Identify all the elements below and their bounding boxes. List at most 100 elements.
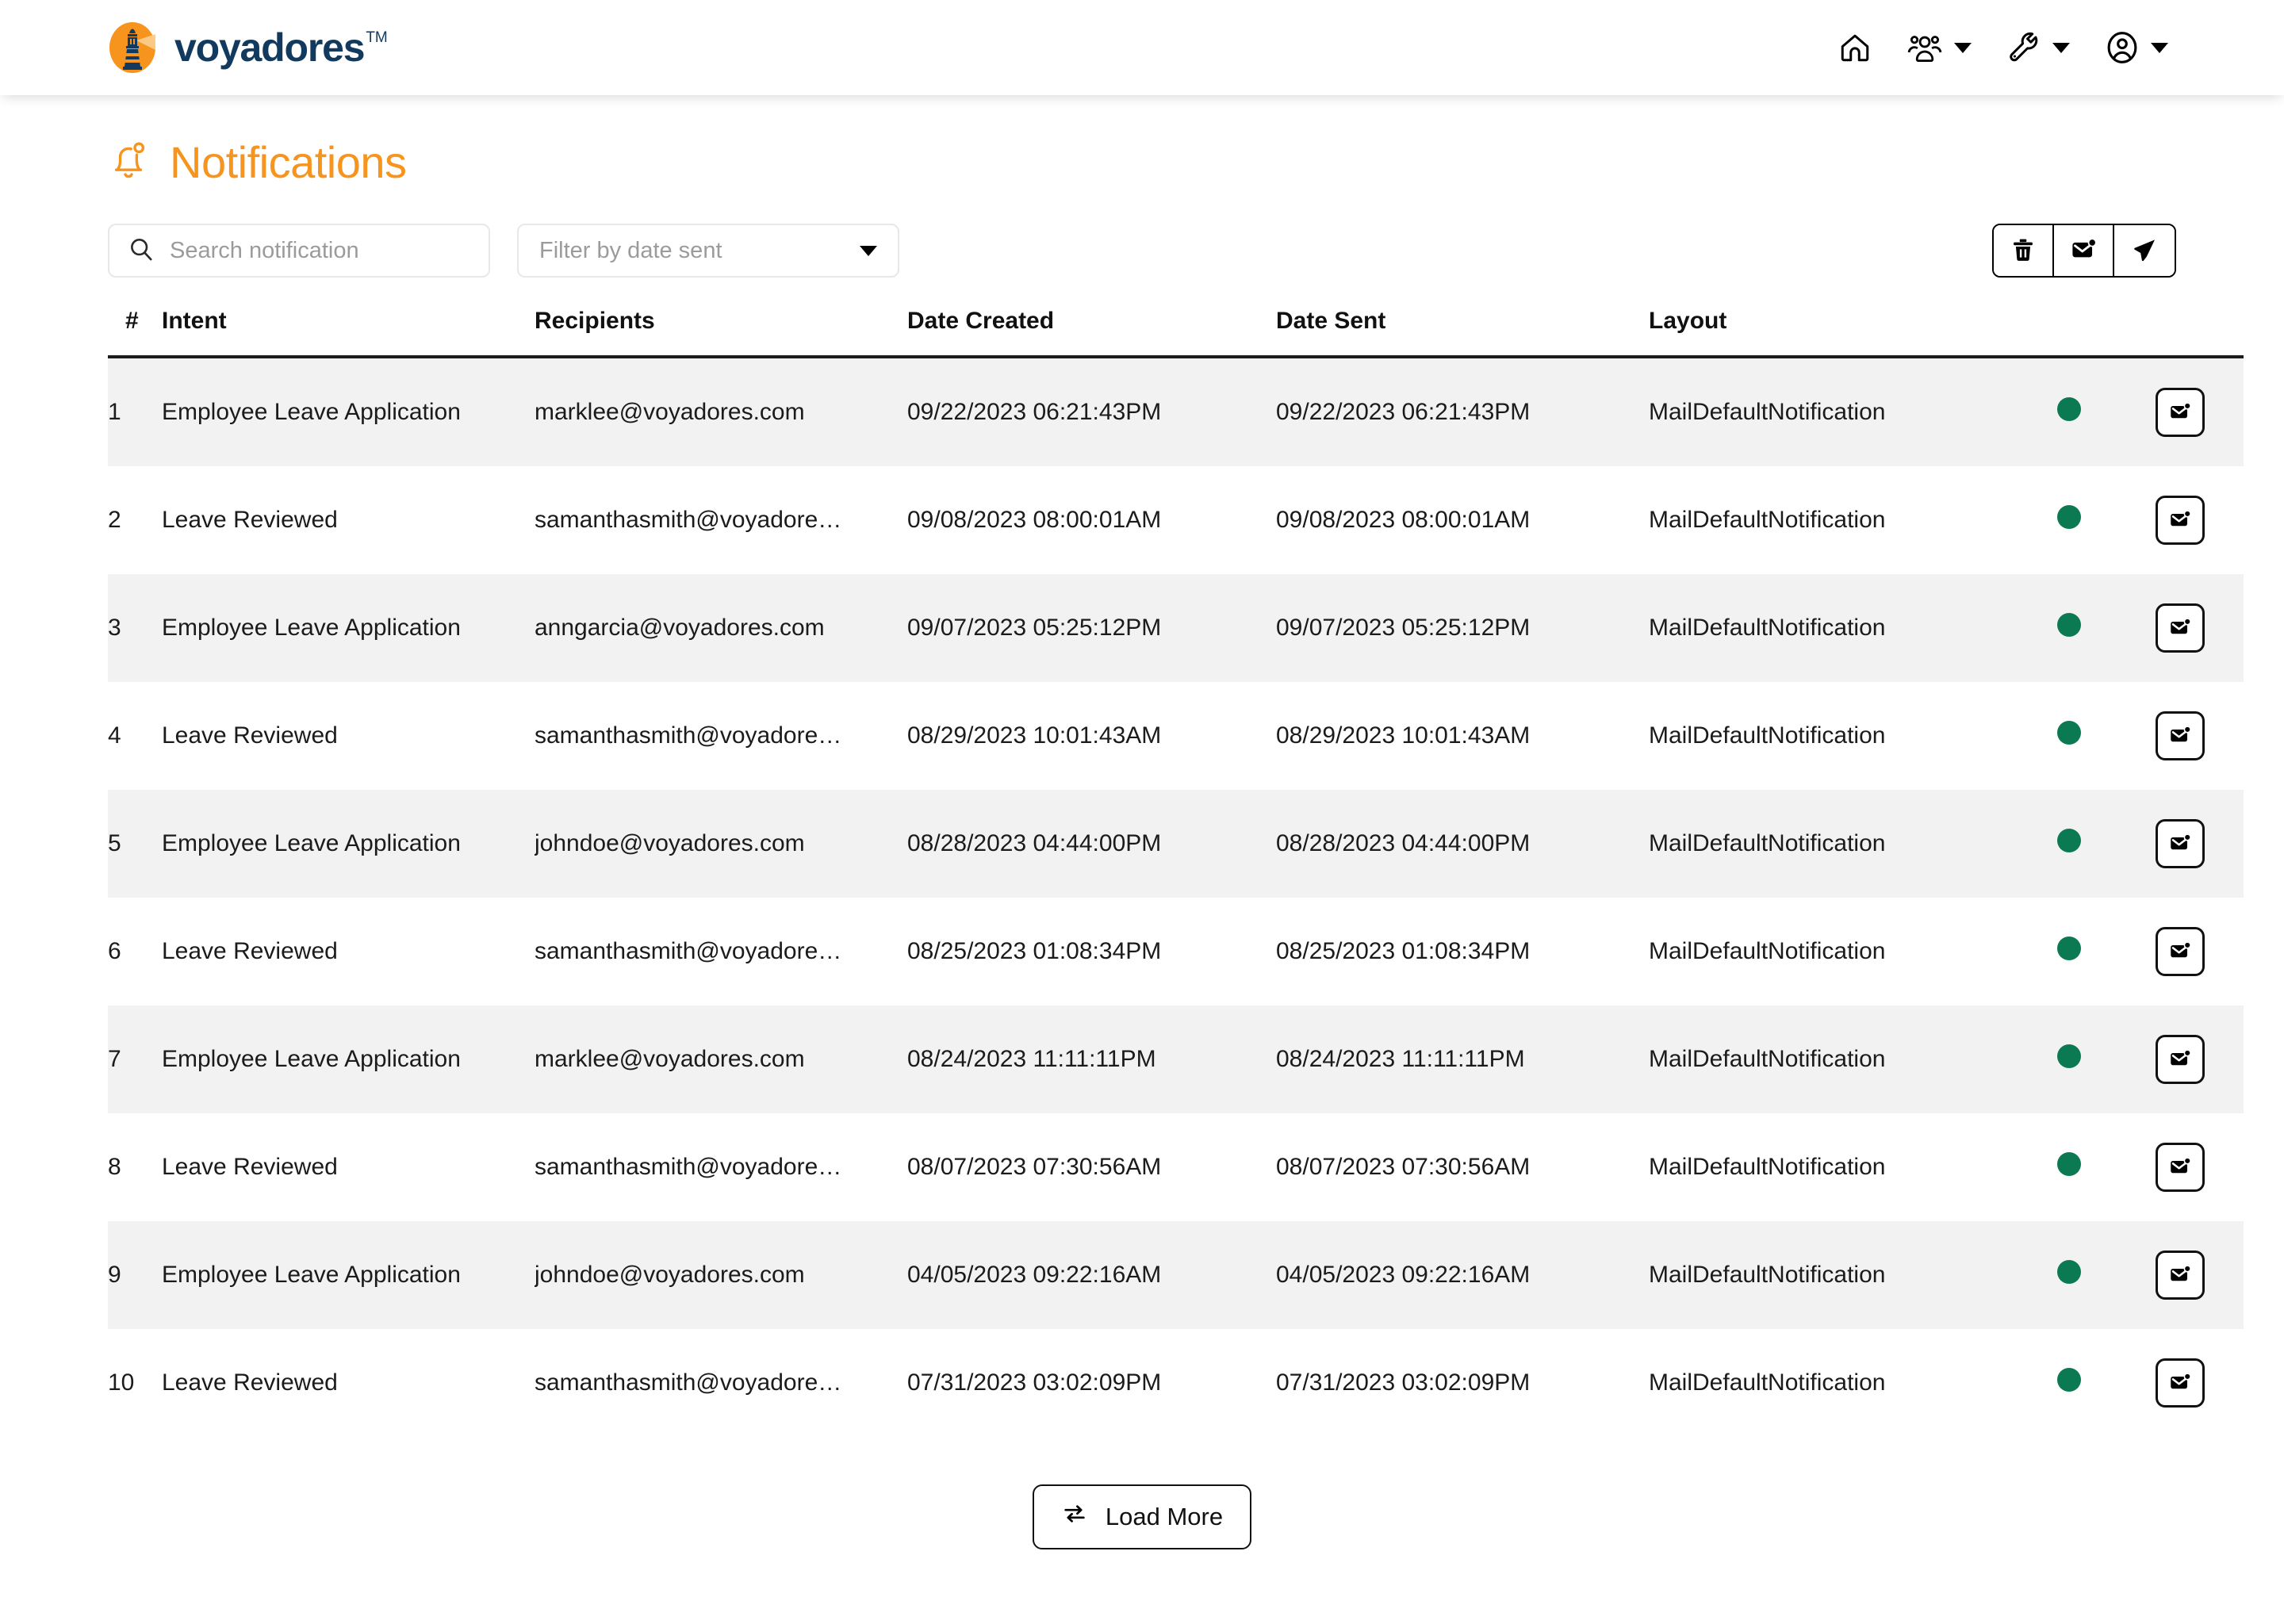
cell-intent: Leave Reviewed [162,507,338,533]
nav-item-people[interactable] [1889,31,1989,64]
table-row[interactable]: 7 Employee Leave Application marklee@voyad… [108,1005,2244,1113]
envelope-dot-icon [2070,236,2097,266]
status-badge [2057,1260,2081,1284]
cell-intent: Leave Reviewed [162,1369,338,1396]
cell-date-created: 08/07/2023 07:30:56AM [907,1154,1162,1180]
status-badge [2057,505,2081,529]
cell-recipients: samanthasmith@voyadore… [535,1154,842,1180]
row-mark-unread-button[interactable] [2156,819,2205,868]
search-icon [128,236,154,266]
cell-date-created: 09/07/2023 05:25:12PM [907,615,1162,641]
brand-trademark: TM [366,29,388,46]
cell-layout: MailDefaultNotification [1649,938,1886,964]
brand-name: voyadores [174,25,366,70]
cell-actions [2117,574,2244,682]
search-input[interactable] [168,236,469,265]
table-row[interactable]: 5 Employee Leave Application johndoe@voyad… [108,790,2244,898]
table-row[interactable]: 10 Leave Reviewed samanthasmith@voyadore… 0… [108,1329,2244,1437]
cell-status [2021,1113,2117,1221]
cell-layout: MailDefaultNotification [1649,1369,1886,1396]
row-mark-unread-button[interactable] [2156,1143,2205,1192]
row-mark-unread-button[interactable] [2156,603,2205,653]
table-row[interactable]: 9 Employee Leave Application johndoe@voyad… [108,1221,2244,1329]
column-header-actions [2117,308,2244,358]
nav-item-tools[interactable] [1989,31,2087,64]
top-navigation-bar: voyadores TM [0,0,2284,95]
table-row[interactable]: 2 Leave Reviewed samanthasmith@voyadore… 09… [108,466,2244,574]
table-body: 1 Employee Leave Application marklee@voyad… [108,357,2244,1437]
nav-item-home[interactable] [1821,31,1889,64]
cell-date-created: 08/25/2023 01:08:34PM [907,938,1162,964]
cell-recipients: johndoe@voyadores.com [535,830,805,856]
cell-actions [2117,1221,2244,1329]
column-header-status [2021,308,2117,358]
cell-layout: MailDefaultNotification [1649,1046,1886,1072]
table-row[interactable]: 1 Employee Leave Application marklee@voyad… [108,357,2244,466]
envelope-dot-icon [2168,1370,2192,1396]
delete-button[interactable] [1994,225,2054,276]
cell-date-sent: 08/24/2023 11:11:11PM [1276,1046,1525,1072]
envelope-dot-icon [2168,400,2192,426]
bell-icon [108,139,149,186]
cell-recipients: marklee@voyadores.com [535,1046,805,1072]
cell-number: 5 [108,830,121,856]
cell-layout: MailDefaultNotification [1649,830,1886,856]
nav-item-account[interactable] [2087,30,2186,65]
envelope-dot-icon [2168,831,2192,857]
column-header-intent[interactable]: Intent [162,308,535,358]
chevron-down-icon[interactable] [2151,42,2168,53]
date-sent-filter-dropdown[interactable]: Filter by date sent [517,224,899,278]
column-header-date-created[interactable]: Date Created [907,308,1276,358]
table-row[interactable]: 6 Leave Reviewed samanthasmith@voyadore… 08… [108,898,2244,1005]
brand-logo[interactable]: voyadores TM [108,21,388,75]
envelope-dot-icon [2168,615,2192,642]
row-mark-unread-button[interactable] [2156,927,2205,976]
column-header-recipients[interactable]: Recipients [535,308,907,358]
cell-intent: Employee Leave Application [162,399,461,425]
table-header: # Intent Recipients Date Created Date Se… [108,308,2244,358]
table-row[interactable]: 4 Leave Reviewed samanthasmith@voyadore… 08… [108,682,2244,790]
row-mark-unread-button[interactable] [2156,496,2205,545]
cell-actions [2117,1113,2244,1221]
envelope-dot-icon [2168,508,2192,534]
column-header-number[interactable]: # [108,308,162,358]
row-mark-unread-button[interactable] [2156,1358,2205,1408]
cell-recipients: samanthasmith@voyadore… [535,507,842,533]
cell-date-created: 08/28/2023 04:44:00PM [907,830,1162,856]
cell-recipients: samanthasmith@voyadore… [535,722,842,749]
table-header-row: # Intent Recipients Date Created Date Se… [108,308,2244,358]
cell-date-sent: 07/31/2023 03:02:09PM [1276,1369,1531,1396]
toolbar: Filter by date sent [108,224,2176,278]
cell-status [2021,1005,2117,1113]
column-header-layout[interactable]: Layout [1649,308,2021,358]
chevron-down-icon[interactable] [2052,42,2070,53]
cell-intent: Employee Leave Application [162,1262,461,1288]
cell-layout: MailDefaultNotification [1649,1262,1886,1288]
status-badge [2057,1368,2081,1392]
cell-intent: Employee Leave Application [162,615,461,641]
row-mark-unread-button[interactable] [2156,1035,2205,1084]
cell-number: 2 [108,507,121,533]
notifications-table: # Intent Recipients Date Created Date Se… [108,308,2244,1437]
cell-status [2021,682,2117,790]
cell-number: 10 [108,1369,135,1396]
row-mark-unread-button[interactable] [2156,388,2205,437]
cell-recipients: anngarcia@voyadores.com [535,615,825,641]
chevron-down-icon[interactable] [860,245,877,256]
cell-actions [2117,357,2244,466]
row-mark-unread-button[interactable] [2156,711,2205,760]
cell-recipients: johndoe@voyadores.com [535,1262,805,1288]
row-mark-unread-button[interactable] [2156,1251,2205,1300]
chevron-down-icon[interactable] [1954,42,1972,53]
envelope-dot-icon [2168,1262,2192,1289]
search-field[interactable] [108,224,490,278]
load-more-button[interactable]: Load More [1032,1484,1252,1549]
load-more-container: Load More [108,1484,2176,1549]
column-header-date-sent[interactable]: Date Sent [1276,308,1649,358]
send-button[interactable] [2114,225,2175,276]
cell-actions [2117,466,2244,574]
table-row[interactable]: 3 Employee Leave Application anngarcia@voy… [108,574,2244,682]
table-row[interactable]: 8 Leave Reviewed samanthasmith@voyadore… 08… [108,1113,2244,1221]
mark-unread-button[interactable] [2054,225,2114,276]
cell-actions [2117,682,2244,790]
